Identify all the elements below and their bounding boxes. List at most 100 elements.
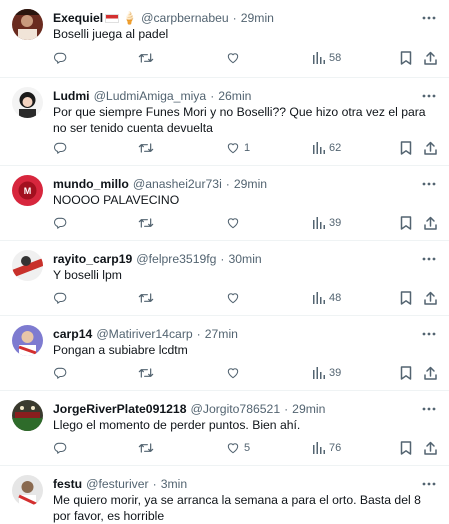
avatar[interactable]: [12, 475, 43, 506]
retweet-icon: [138, 293, 154, 303]
like-button[interactable]: [226, 288, 244, 308]
views-button[interactable]: 76: [313, 438, 341, 458]
reply-button[interactable]: [53, 48, 67, 68]
reply-button[interactable]: [53, 138, 67, 158]
tweet[interactable]: festu @festuriver · 3min Me quiero morir…: [0, 466, 449, 523]
views-button[interactable]: 62: [313, 138, 341, 158]
more-icon[interactable]: [421, 251, 437, 267]
author-name[interactable]: Ludmi: [53, 89, 90, 103]
retweet-button[interactable]: [138, 138, 154, 158]
bookmark-button[interactable]: [400, 213, 412, 233]
author-handle[interactable]: @LudmiAmiga_miya: [94, 89, 207, 103]
timestamp[interactable]: 29min: [234, 177, 267, 191]
retweet-button[interactable]: [138, 438, 154, 458]
bookmark-icon: [400, 216, 412, 230]
avatar[interactable]: [12, 87, 43, 118]
bookmark-button[interactable]: [400, 48, 412, 68]
avatar[interactable]: [12, 250, 43, 281]
retweet-button[interactable]: [138, 288, 154, 308]
share-button[interactable]: [424, 138, 437, 158]
more-icon[interactable]: [421, 176, 437, 192]
tweet[interactable]: carp14 @Matiriver14carp · 27min Pongan a…: [0, 316, 449, 391]
like-button[interactable]: 1: [226, 138, 250, 158]
views-button[interactable]: 39: [313, 363, 341, 383]
heart-icon: [227, 368, 239, 379]
avatar[interactable]: [12, 325, 43, 356]
avatar[interactable]: [12, 9, 43, 40]
timestamp[interactable]: 27min: [205, 327, 238, 341]
tweet[interactable]: M mundo_millo @anashei2ur73i · 29min NOO…: [0, 166, 449, 241]
avatar[interactable]: M: [12, 175, 43, 206]
like-button[interactable]: [226, 213, 244, 233]
views-icon: [313, 367, 325, 379]
bookmark-button[interactable]: [400, 288, 412, 308]
author-handle[interactable]: @Matiriver14carp: [96, 327, 192, 341]
views-button[interactable]: 48: [313, 288, 341, 308]
retweet-button[interactable]: [138, 363, 154, 383]
views-icon: [313, 292, 325, 304]
separator-dot: ·: [225, 177, 230, 191]
reply-icon: [54, 52, 67, 64]
more-icon[interactable]: [421, 401, 437, 417]
like-button[interactable]: 5: [226, 438, 250, 458]
author-name[interactable]: carp14: [53, 327, 92, 341]
more-icon[interactable]: [421, 10, 437, 26]
tweet[interactable]: Exequiel 🍦 @carpbernabeu · 29min Boselli…: [0, 0, 449, 78]
tweet[interactable]: Ludmi @LudmiAmiga_miya · 26min Por que s…: [0, 78, 449, 166]
retweet-button[interactable]: [138, 48, 154, 68]
author-handle[interactable]: @carpbernabeu: [141, 11, 229, 25]
reply-icon: [54, 217, 67, 229]
tweet[interactable]: JorgeRiverPlate091218 @Jorgito786521 · 2…: [0, 391, 449, 466]
author-handle[interactable]: @felpre3519fg: [136, 252, 216, 266]
views-button[interactable]: 58: [313, 48, 341, 68]
tweet-text: Me quiero morir, ya se arranca la semana…: [53, 493, 425, 523]
bookmark-button[interactable]: [400, 138, 412, 158]
views-count: 62: [329, 142, 342, 154]
share-button[interactable]: [424, 438, 437, 458]
views-count: 76: [329, 442, 342, 454]
more-icon[interactable]: [421, 88, 437, 104]
share-button[interactable]: [424, 213, 437, 233]
like-button[interactable]: [226, 48, 244, 68]
separator-dot: ·: [220, 252, 225, 266]
views-button[interactable]: 39: [313, 213, 341, 233]
reply-icon: [54, 367, 67, 379]
timestamp[interactable]: 26min: [218, 89, 251, 103]
bookmark-button[interactable]: [400, 438, 412, 458]
timestamp[interactable]: 29min: [241, 11, 274, 25]
retweet-button[interactable]: [138, 213, 154, 233]
separator-dot: ·: [210, 89, 215, 103]
share-button[interactable]: [424, 288, 437, 308]
views-icon: [313, 142, 325, 154]
reply-button[interactable]: [53, 288, 67, 308]
author-name[interactable]: rayito_carp19: [53, 252, 132, 266]
timestamp[interactable]: 3min: [161, 477, 187, 491]
author-name[interactable]: Exequiel: [53, 11, 103, 25]
views-count: 58: [329, 52, 342, 64]
author-name[interactable]: mundo_millo: [53, 177, 129, 191]
more-icon[interactable]: [421, 326, 437, 342]
tweet-text: NOOOO PALAVECINO: [53, 193, 180, 207]
reply-button[interactable]: [53, 213, 67, 233]
author-handle[interactable]: @festuriver: [86, 477, 149, 491]
more-icon[interactable]: [421, 476, 437, 492]
like-count: 1: [244, 142, 251, 154]
like-button[interactable]: [226, 363, 244, 383]
timestamp[interactable]: 29min: [292, 402, 325, 416]
views-count: 48: [329, 292, 342, 304]
avatar[interactable]: [12, 400, 43, 431]
reply-button[interactable]: [53, 438, 67, 458]
share-button[interactable]: [424, 363, 437, 383]
reply-button[interactable]: [53, 363, 67, 383]
tweet[interactable]: rayito_carp19 @felpre3519fg · 30min Y bo…: [0, 241, 449, 316]
author-name[interactable]: JorgeRiverPlate091218: [53, 402, 186, 416]
bookmark-button[interactable]: [400, 363, 412, 383]
share-button[interactable]: [424, 48, 437, 68]
bookmark-icon: [400, 51, 412, 65]
author-handle[interactable]: @anashei2ur73i: [133, 177, 222, 191]
author-handle[interactable]: @Jorgito786521: [190, 402, 280, 416]
timestamp[interactable]: 30min: [228, 252, 261, 266]
share-icon: [424, 366, 437, 380]
author-name[interactable]: festu: [53, 477, 82, 491]
reply-icon: [54, 292, 67, 304]
